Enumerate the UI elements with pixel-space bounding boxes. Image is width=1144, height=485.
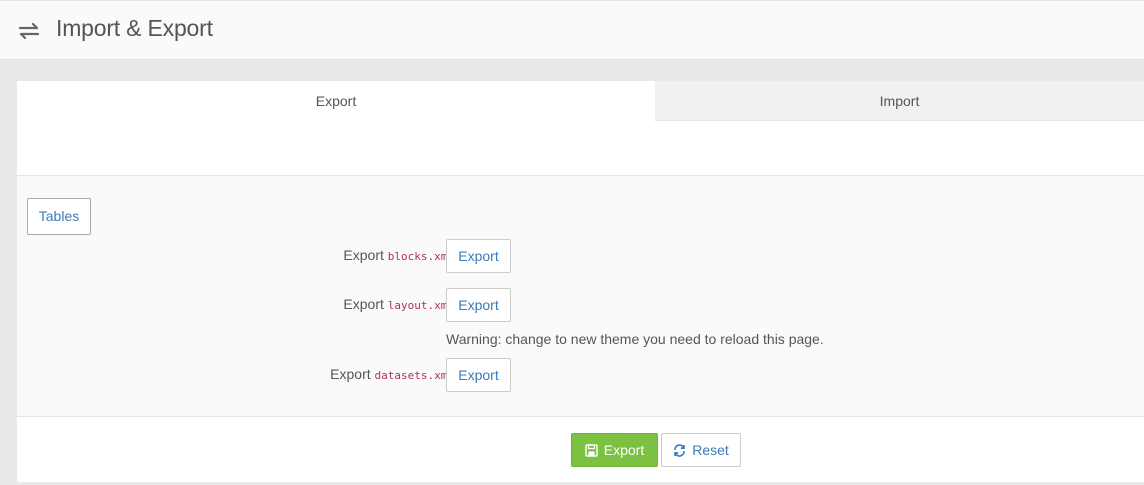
export-blocks-button[interactable]: Export (446, 239, 511, 273)
refresh-icon (674, 444, 686, 457)
row-prefix: Export (343, 247, 384, 263)
tab-export[interactable]: Export (17, 81, 655, 121)
save-icon (585, 444, 598, 457)
theme-warning-text: Warning: change to new theme you need to… (446, 331, 824, 347)
export-row-label-layout: Export layout.xml (343, 296, 454, 312)
page-title: Import & Export (56, 15, 213, 41)
page-header: Import & Export (0, 0, 1144, 60)
import-export-panel: Export Import Tables Export blocks.xml E… (17, 81, 1144, 482)
file-name-layout: layout.xml (387, 299, 454, 312)
export-datasets-button[interactable]: Export (446, 358, 511, 392)
left-gutter (0, 60, 17, 485)
reset-button[interactable]: Reset (661, 433, 741, 467)
export-row-label-blocks: Export blocks.xml (343, 247, 454, 263)
export-layout-button[interactable]: Export (446, 288, 511, 322)
export-submit-button[interactable]: Export (571, 433, 658, 467)
file-name-blocks: blocks.xml (387, 250, 454, 263)
export-submit-label: Export (603, 442, 645, 458)
reset-label: Reset (692, 442, 729, 458)
export-row-label-datasets: Export datasets.xml (330, 366, 454, 382)
row-prefix: Export (343, 296, 384, 312)
tables-button[interactable]: Tables (27, 198, 91, 235)
export-form-body: Tables Export blocks.xml Export Export l… (17, 175, 1144, 417)
file-name-datasets: datasets.xml (374, 369, 454, 382)
exchange-icon (18, 22, 40, 40)
tab-import[interactable]: Import (655, 81, 1144, 121)
row-prefix: Export (330, 366, 371, 382)
